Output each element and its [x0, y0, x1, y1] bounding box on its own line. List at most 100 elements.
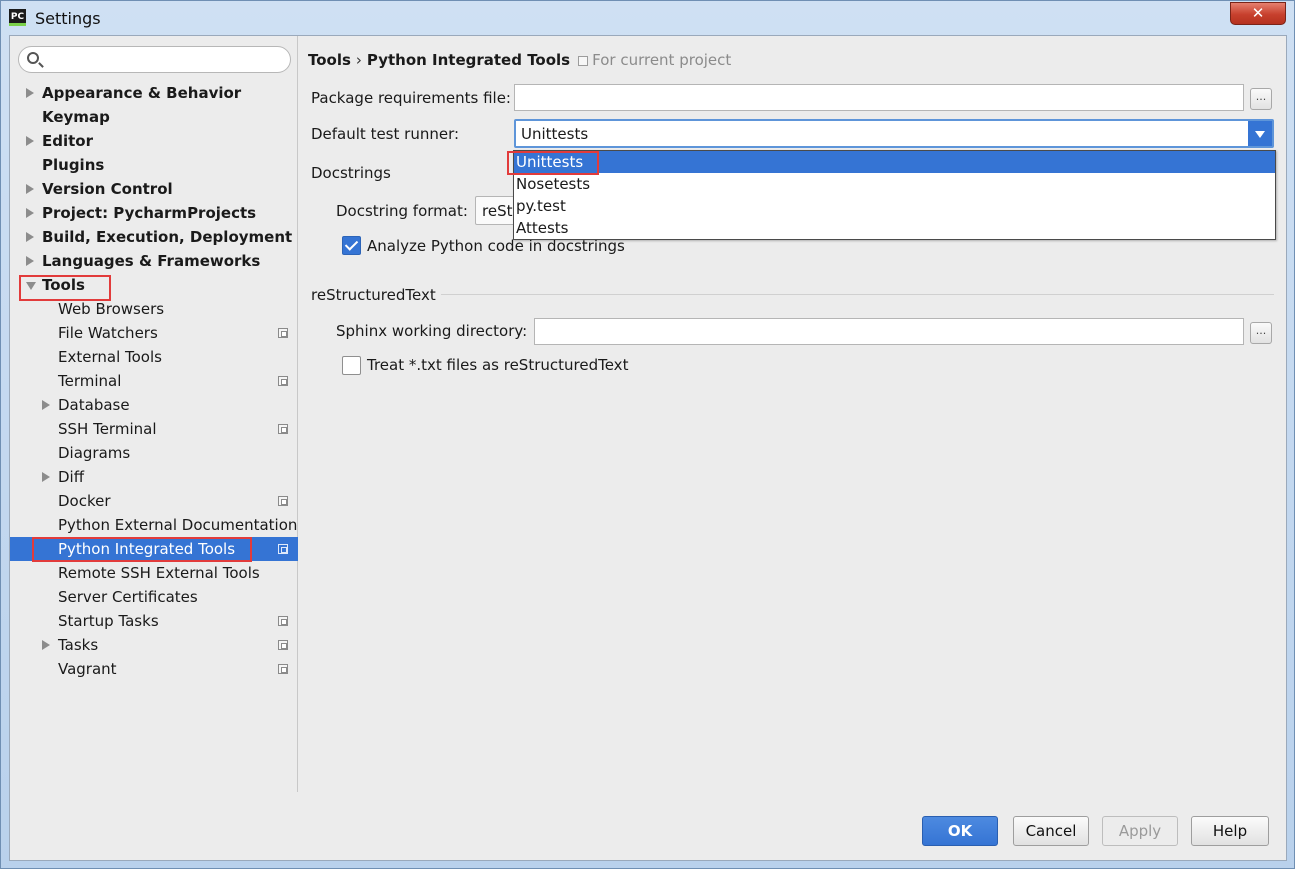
- project-scope-label: For current project: [578, 51, 731, 69]
- sidebar-item-file-watchers[interactable]: File Watchers: [10, 321, 298, 345]
- sidebar-item-label: File Watchers: [58, 324, 158, 342]
- sidebar-item-ssh-terminal[interactable]: SSH Terminal: [10, 417, 298, 441]
- sidebar-item-project-pycharmprojects[interactable]: Project: PycharmProjects: [10, 201, 298, 225]
- sidebar-item-tasks[interactable]: Tasks: [10, 633, 298, 657]
- settings-search-box[interactable]: [18, 46, 291, 73]
- sidebar-item-label: Web Browsers: [58, 300, 165, 318]
- sidebar-item-python-integrated-tools[interactable]: Python Integrated Tools: [10, 537, 298, 561]
- collapsed-arrow-icon[interactable]: [26, 184, 34, 194]
- project-settings-icon: [278, 496, 288, 506]
- dialog-content: Appearance & Behavior Keymap Editor Plugins…: [9, 35, 1287, 861]
- breadcrumb-parent: Tools: [308, 51, 351, 69]
- cancel-button[interactable]: Cancel: [1013, 816, 1089, 846]
- sidebar-item-terminal[interactable]: Terminal: [10, 369, 298, 393]
- test-runner-value: Unittests: [521, 125, 589, 143]
- test-runner-option[interactable]: Unittests: [514, 151, 1275, 173]
- treat-txt-label: Treat *.txt files as reStructuredText: [367, 356, 629, 374]
- package-requirements-input[interactable]: [514, 84, 1244, 111]
- expanded-arrow-icon[interactable]: [26, 282, 36, 290]
- settings-tree: Appearance & Behavior Keymap Editor Plugins…: [10, 81, 298, 681]
- sidebar-item-diff[interactable]: Diff: [10, 465, 298, 489]
- sidebar-item-vagrant[interactable]: Vagrant: [10, 657, 298, 681]
- search-icon: [27, 52, 39, 64]
- restructuredtext-section-title: reStructuredText: [311, 286, 436, 304]
- breadcrumb-separator: ›: [355, 51, 362, 69]
- chevron-down-icon[interactable]: [1248, 121, 1272, 146]
- collapsed-arrow-icon[interactable]: [42, 640, 50, 650]
- sidebar-item-label: Diagrams: [58, 444, 131, 462]
- sidebar-item-label: Tools: [42, 276, 85, 294]
- sphinx-directory-browse-button[interactable]: ...: [1250, 322, 1272, 344]
- sidebar-item-diagrams[interactable]: Diagrams: [10, 441, 298, 465]
- sphinx-directory-label: Sphinx working directory:: [336, 322, 528, 340]
- sidebar-item-python-external-documentation[interactable]: Python External Documentation: [10, 513, 298, 537]
- project-scope-icon: [578, 56, 589, 66]
- sidebar-item-keymap[interactable]: Keymap: [10, 105, 298, 129]
- project-scope-text: For current project: [592, 51, 732, 69]
- project-settings-icon: [278, 664, 288, 674]
- test-runner-option[interactable]: Nosetests: [514, 173, 1275, 195]
- sidebar-item-plugins[interactable]: Plugins: [10, 153, 298, 177]
- package-requirements-label: Package requirements file:: [311, 89, 511, 107]
- test-runner-combo[interactable]: Unittests: [514, 119, 1274, 148]
- sidebar-item-languages-frameworks[interactable]: Languages & Frameworks: [10, 249, 298, 273]
- sidebar-item-label: Server Certificates: [58, 588, 198, 606]
- sidebar-item-label: Keymap: [42, 108, 110, 126]
- sidebar-item-server-certificates[interactable]: Server Certificates: [10, 585, 298, 609]
- sidebar-item-label: External Tools: [58, 348, 162, 366]
- sidebar-item-label: Database: [58, 396, 130, 414]
- sidebar-item-label: Build, Execution, Deployment: [42, 228, 293, 246]
- title-bar[interactable]: PC Settings ✕: [1, 1, 1294, 35]
- test-runner-option[interactable]: Attests: [514, 217, 1275, 239]
- sidebar-item-external-tools[interactable]: External Tools: [10, 345, 298, 369]
- sidebar-item-appearance-behavior[interactable]: Appearance & Behavior: [10, 81, 298, 105]
- close-button[interactable]: ✕: [1230, 2, 1286, 25]
- sidebar-item-label: Editor: [42, 132, 93, 150]
- sidebar-item-label: Diff: [58, 468, 85, 486]
- sidebar-item-label: Vagrant: [58, 660, 117, 678]
- treat-txt-checkbox[interactable]: [342, 356, 361, 375]
- collapsed-arrow-icon[interactable]: [26, 208, 34, 218]
- collapsed-arrow-icon[interactable]: [26, 256, 34, 266]
- collapsed-arrow-icon[interactable]: [42, 472, 50, 482]
- pycharm-app-icon: PC: [9, 9, 26, 26]
- settings-sidebar: Appearance & Behavior Keymap Editor Plugins…: [10, 36, 298, 792]
- package-requirements-browse-button[interactable]: ...: [1250, 88, 1272, 110]
- sidebar-item-database[interactable]: Database: [10, 393, 298, 417]
- breadcrumb: Tools › Python Integrated Tools For current…: [308, 51, 731, 69]
- analyze-docstrings-checkbox[interactable]: [342, 236, 361, 255]
- docstring-format-value: reSt: [482, 202, 513, 220]
- sidebar-item-version-control[interactable]: Version Control: [10, 177, 298, 201]
- ok-button[interactable]: OK: [922, 816, 998, 846]
- help-button[interactable]: Help: [1191, 816, 1269, 846]
- sidebar-item-label: Languages & Frameworks: [42, 252, 261, 270]
- sidebar-item-label: Project: PycharmProjects: [42, 204, 257, 222]
- sidebar-item-docker[interactable]: Docker: [10, 489, 298, 513]
- sidebar-item-label: Python External Documentation: [58, 516, 298, 534]
- project-settings-icon: [278, 424, 288, 434]
- collapsed-arrow-icon[interactable]: [26, 136, 34, 146]
- sidebar-item-web-browsers[interactable]: Web Browsers: [10, 297, 298, 321]
- sidebar-item-build-execution-deployment[interactable]: Build, Execution, Deployment: [10, 225, 298, 249]
- docstring-format-label: Docstring format:: [336, 202, 468, 220]
- project-settings-icon: [278, 376, 288, 386]
- project-settings-icon: [278, 328, 288, 338]
- apply-button[interactable]: Apply: [1102, 816, 1178, 846]
- sidebar-item-editor[interactable]: Editor: [10, 129, 298, 153]
- sidebar-item-label: Plugins: [42, 156, 105, 174]
- sidebar-item-tools[interactable]: Tools: [10, 273, 298, 297]
- collapsed-arrow-icon[interactable]: [42, 400, 50, 410]
- settings-search-input[interactable]: [45, 50, 285, 70]
- collapsed-arrow-icon[interactable]: [26, 232, 34, 242]
- sidebar-item-label: Startup Tasks: [58, 612, 159, 630]
- dialog-footer: OK Cancel Apply Help: [10, 792, 1286, 860]
- sidebar-item-remote-ssh-external-tools[interactable]: Remote SSH External Tools: [10, 561, 298, 585]
- sidebar-item-label: Version Control: [42, 180, 173, 198]
- test-runner-label: Default test runner:: [311, 125, 460, 143]
- sidebar-item-startup-tasks[interactable]: Startup Tasks: [10, 609, 298, 633]
- collapsed-arrow-icon[interactable]: [26, 88, 34, 98]
- test-runner-option[interactable]: py.test: [514, 195, 1275, 217]
- sidebar-item-label: SSH Terminal: [58, 420, 157, 438]
- project-settings-icon: [278, 616, 288, 626]
- sphinx-directory-input[interactable]: [534, 318, 1244, 345]
